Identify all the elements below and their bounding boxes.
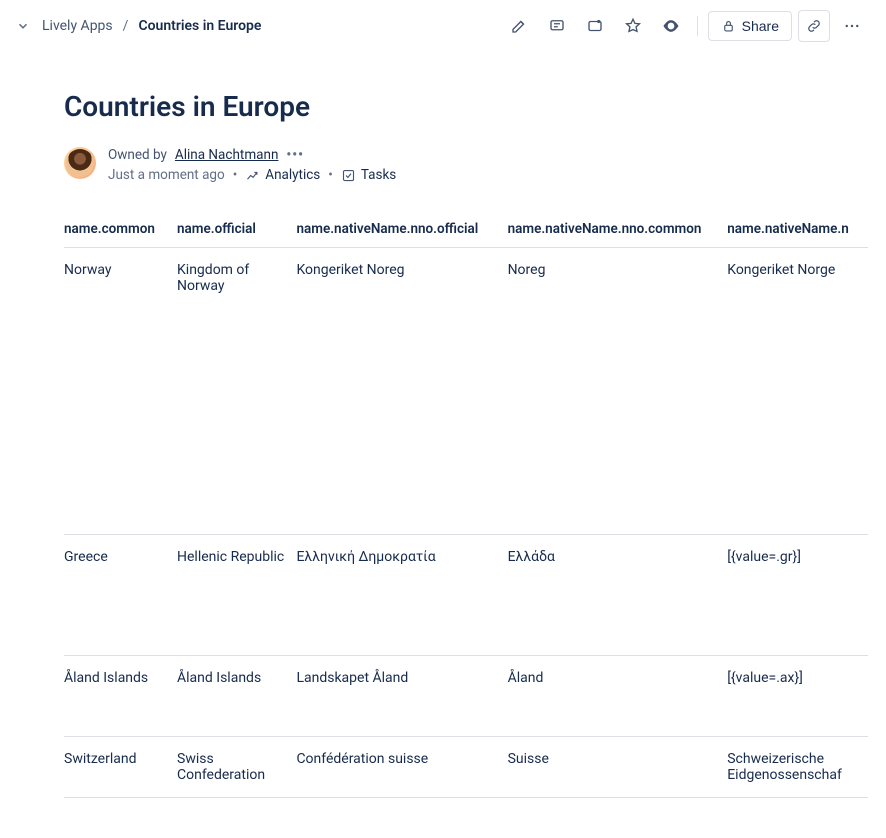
countries-table-wrap: name.common name.official name.nativeNam… (64, 211, 868, 798)
table-cell: Ελλάδα (508, 535, 728, 656)
breadcrumb-current: Countries in Europe (138, 18, 261, 34)
table-cell: [{value=.ax}] (727, 656, 868, 737)
table-header-row: name.common name.official name.nativeNam… (64, 211, 868, 248)
table-cell: Ελληνική Δημοκρατία (296, 535, 507, 656)
analytics-label: Analytics (265, 167, 320, 183)
countries-table: name.common name.official name.nativeNam… (64, 211, 868, 798)
chart-icon (245, 168, 260, 183)
table-cell: Schweizerische Eidgenossenschaf (727, 737, 868, 798)
page-content: Countries in Europe Owned by Alina Nacht… (0, 90, 886, 838)
breadcrumb-separator: / (123, 18, 129, 34)
present-button[interactable] (579, 10, 611, 42)
meta-separator: • (233, 167, 238, 183)
col-header[interactable]: name.official (177, 211, 296, 248)
owner-name[interactable]: Alina Nachtmann (175, 147, 279, 163)
breadcrumb-parent[interactable]: Lively Apps (42, 18, 113, 34)
table-cell: Landskapet Åland (296, 656, 507, 737)
table-cell: Swiss Confederation (177, 737, 296, 798)
table-row: Åland IslandsÅland IslandsLandskapet Åla… (64, 656, 868, 737)
table-cell: Kongeriket Norge (727, 248, 868, 535)
table-cell: Norway (64, 248, 177, 535)
comment-button[interactable] (541, 10, 573, 42)
page-meta: Owned by Alina Nachtmann ••• Just a mome… (64, 147, 868, 183)
table-row: GreeceHellenic RepublicΕλληνική Δημοκρατ… (64, 535, 868, 656)
topbar: Lively Apps / Countries in Europe Share (0, 0, 886, 52)
chevron-down-icon[interactable] (14, 17, 32, 35)
owned-by-label: Owned by (108, 147, 167, 163)
share-button[interactable]: Share (708, 11, 792, 41)
table-cell: Noreg (508, 248, 728, 535)
table-cell: Confédération suisse (296, 737, 507, 798)
table-cell: [{value=.gr}] (727, 535, 868, 656)
meta-owner-line: Owned by Alina Nachtmann ••• (108, 147, 396, 163)
share-label: Share (742, 18, 779, 34)
tasks-label: Tasks (361, 167, 396, 183)
col-header[interactable]: name.nativeName.nno.common (508, 211, 728, 248)
more-button[interactable] (836, 10, 868, 42)
table-cell: Switzerland (64, 737, 177, 798)
avatar[interactable] (64, 147, 96, 179)
table-cell: Kongeriket Noreg (296, 248, 507, 535)
meta-separator: • (328, 167, 333, 183)
col-header[interactable]: name.nativeName.n (727, 211, 868, 248)
analytics-link[interactable]: Analytics (245, 167, 320, 183)
watch-button[interactable] (655, 10, 687, 42)
timestamp: Just a moment ago (108, 167, 225, 183)
table-cell: Åland (508, 656, 728, 737)
page-title: Countries in Europe (64, 90, 868, 123)
meta-detail-line: Just a moment ago • Analytics • Tasks (108, 167, 396, 183)
table-cell: Kingdom of Norway (177, 248, 296, 535)
breadcrumb: Lively Apps / Countries in Europe (14, 17, 261, 35)
table-cell: Suisse (508, 737, 728, 798)
table-cell: Greece (64, 535, 177, 656)
table-cell: Åland Islands (177, 656, 296, 737)
edit-button[interactable] (503, 10, 535, 42)
separator (697, 16, 698, 36)
star-button[interactable] (617, 10, 649, 42)
meta-text: Owned by Alina Nachtmann ••• Just a mome… (108, 147, 396, 183)
topbar-actions: Share (503, 10, 868, 42)
table-cell: Hellenic Republic (177, 535, 296, 656)
owner-more-icon[interactable]: ••• (286, 147, 304, 163)
copy-link-button[interactable] (798, 10, 830, 42)
col-header[interactable]: name.nativeName.nno.official (296, 211, 507, 248)
tasks-link[interactable]: Tasks (341, 167, 396, 183)
table-row: NorwayKingdom of NorwayKongeriket NoregN… (64, 248, 868, 535)
col-header[interactable]: name.common (64, 211, 177, 248)
table-row: SwitzerlandSwiss ConfederationConfédérat… (64, 737, 868, 798)
tasks-icon (341, 168, 356, 183)
table-cell: Åland Islands (64, 656, 177, 737)
